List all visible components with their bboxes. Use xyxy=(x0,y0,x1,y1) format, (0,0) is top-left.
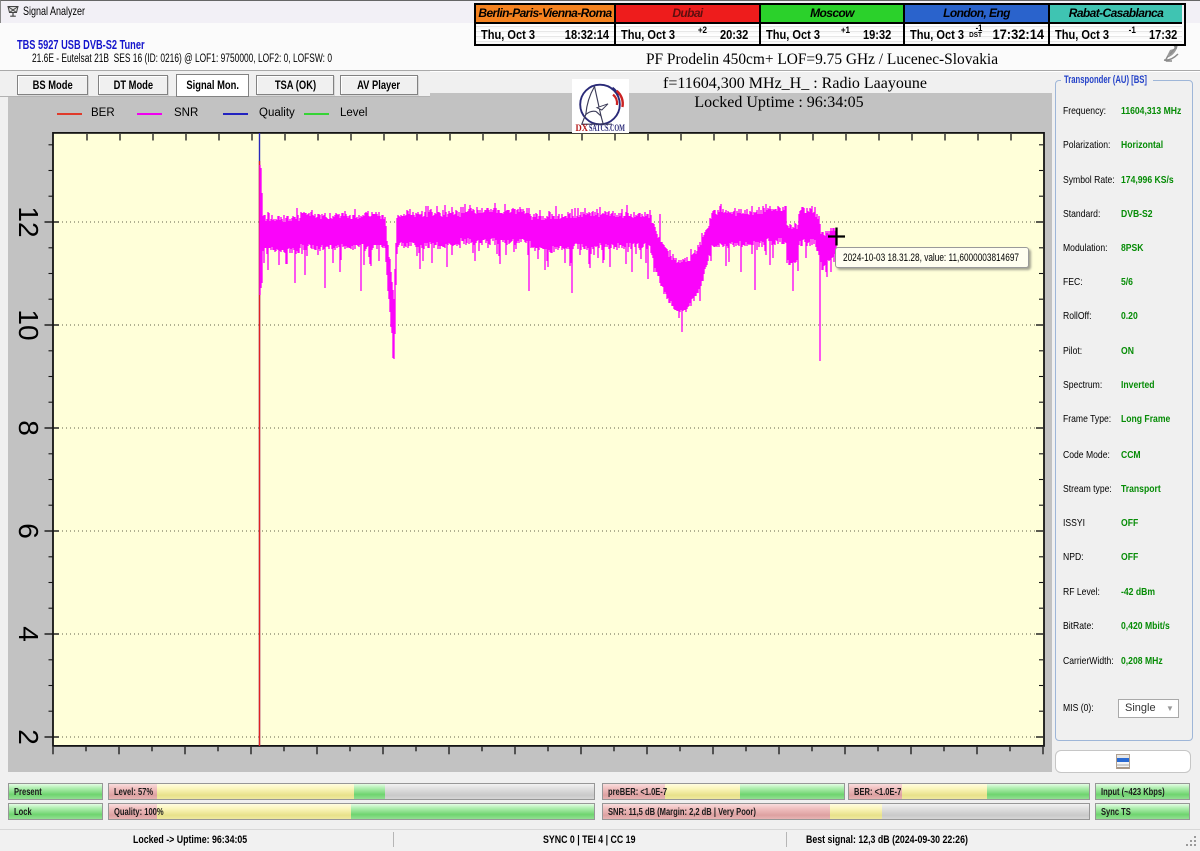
svg-text:SATCS.COM: SATCS.COM xyxy=(589,123,625,133)
svg-text:DX: DX xyxy=(576,123,589,133)
